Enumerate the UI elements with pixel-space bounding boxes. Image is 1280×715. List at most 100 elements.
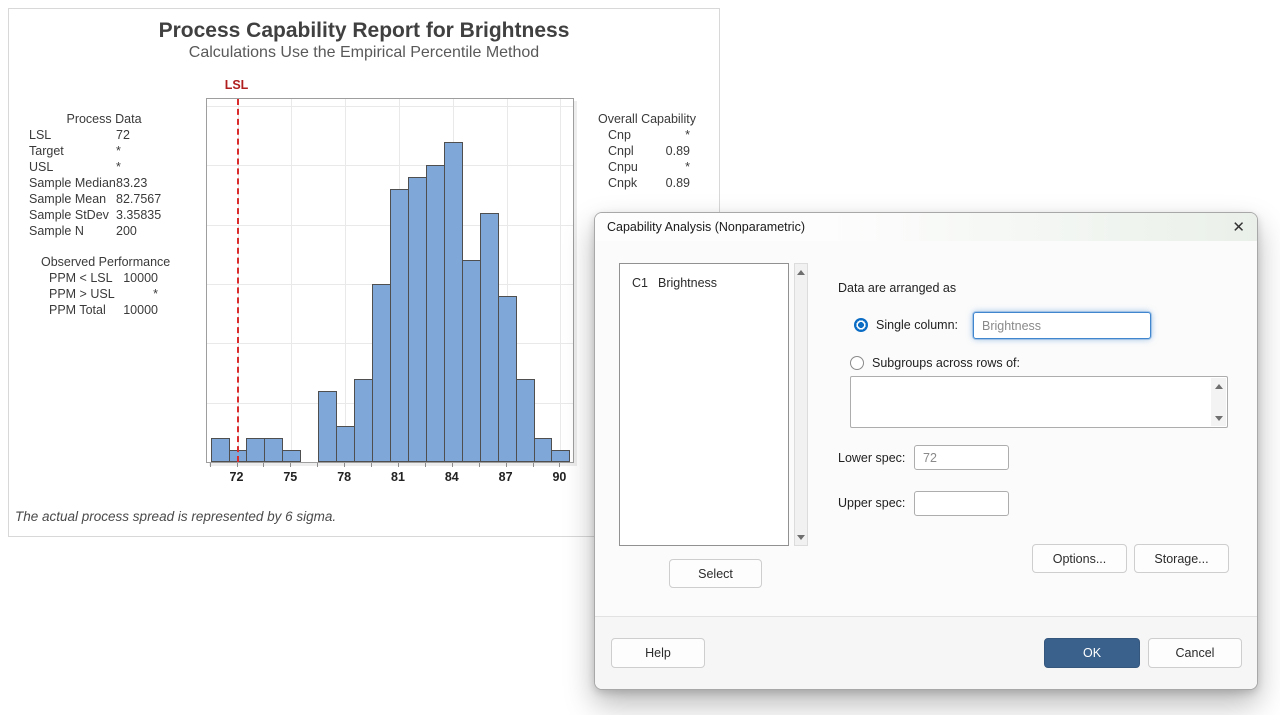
axis-tick [452,463,453,467]
stat-value: * [116,159,121,175]
subgroups-input-box[interactable] [850,376,1228,428]
subgroups-radio-label: Subgroups across rows of: [872,356,1020,370]
histogram-bar [498,296,517,462]
histogram-bar [534,438,553,462]
stat-value: * [685,127,690,143]
stat-row: PPM > USL* [41,286,168,302]
radio-unselected-icon[interactable] [850,356,864,370]
stat-label: Cnp [608,127,631,143]
stat-label: PPM > USL [49,286,115,302]
radio-selected-icon[interactable] [854,318,868,332]
stat-row: PPM Total 10000 [41,302,168,318]
axis-tick [506,463,507,467]
stat-label: USL [29,159,116,175]
stat-row: Cnpl0.89 [598,143,690,159]
y-gridline [207,106,573,107]
stat-row: Cnp * [598,127,690,143]
lsl-label: LSL [225,78,249,92]
stat-label: Sample StDev [29,207,116,223]
select-button[interactable]: Select [669,559,762,588]
stat-row: Sample N200 [29,223,179,239]
x-gridline [560,99,561,462]
x-tick-label: 81 [391,470,405,484]
ok-button[interactable]: OK [1044,638,1140,668]
upper-spec-input[interactable] [914,491,1009,516]
scroll-up-icon[interactable] [795,265,807,279]
stat-label: Sample N [29,223,116,239]
column-id: C1 [632,276,658,290]
histogram-bar [444,142,463,462]
x-tick-label: 87 [499,470,513,484]
subgroups-scrollbar[interactable] [1211,378,1226,426]
overall-capability-heading: Overall Capability [598,111,690,127]
axis-tick [425,463,426,467]
axis-tick [263,463,264,467]
stat-row: USL* [29,159,179,175]
stat-value: 0.89 [666,143,690,159]
histogram-bar [282,450,301,462]
data-arranged-label: Data are arranged as [838,281,956,295]
histogram-bar [354,379,373,462]
report-subtitle: Calculations Use the Empirical Percentil… [9,44,719,62]
list-item-brightness[interactable]: C1 Brightness [620,264,788,290]
histogram-bar [318,391,337,462]
x-tick-label: 90 [552,470,566,484]
stat-value: * [116,143,121,159]
single-column-radio-label: Single column: [876,318,958,332]
stat-label: Cnpu [608,159,638,175]
single-column-input[interactable] [973,312,1151,339]
column-name: Brightness [658,276,717,290]
column-listbox[interactable]: C1 Brightness [619,263,789,546]
stat-label: Sample Mean [29,191,116,207]
subgroups-radio-row[interactable]: Subgroups across rows of: [850,354,1020,372]
stat-row: Sample StDev3.35835 [29,207,179,223]
stat-row: PPM < LSL10000 [41,270,168,286]
scroll-up-icon[interactable] [1211,379,1226,393]
stat-label: LSL [29,127,116,143]
histogram-bar [408,177,427,462]
scroll-down-icon[interactable] [1211,411,1226,425]
axis-tick [290,463,291,467]
single-column-radio-row[interactable]: Single column: [854,316,958,334]
x-tick-label: 78 [337,470,351,484]
upper-spec-label: Upper spec: [838,496,905,510]
process-data-heading: Process Data [29,111,179,127]
stat-label: PPM < LSL [49,270,113,286]
options-button[interactable]: Options... [1032,544,1127,573]
axis-tick [344,463,345,467]
axis-tick [559,463,560,467]
storage-button[interactable]: Storage... [1134,544,1229,573]
stat-value: 72 [116,127,130,143]
stat-row: LSL72 [29,127,179,143]
report-footnote: The actual process spread is represented… [15,509,336,524]
stat-value: 0.89 [666,175,690,191]
stat-label: PPM Total [49,302,106,318]
observed-performance-panel: Observed Performance PPM < LSL10000PPM >… [41,254,168,318]
lower-spec-label: Lower spec: [838,451,905,465]
stat-value: 10000 [123,302,158,318]
axis-tick [317,463,318,467]
histogram-bar [426,165,445,462]
close-icon[interactable]: ✕ [1232,220,1245,235]
histogram-bar [390,189,409,462]
y-gridline [207,165,573,166]
process-data-panel: Process Data LSL72Target*USL*Sample Medi… [29,111,179,239]
desktop: { "report": { "title": "Process Capabili… [0,0,1280,715]
stat-row: Sample Median83.23 [29,175,179,191]
scroll-down-icon[interactable] [795,530,807,544]
lower-spec-input[interactable] [914,445,1009,470]
histogram-chart: LSL72757881848790 [206,73,574,498]
dialog-titlebar[interactable]: Capability Analysis (Nonparametric) ✕ [595,213,1257,241]
help-button[interactable]: Help [611,638,705,668]
histogram-bar [516,379,535,462]
stat-row: Sample Mean82.7567 [29,191,179,207]
listbox-scrollbar[interactable] [794,263,808,546]
stat-label: Sample Median [29,175,116,191]
histogram-bar [551,450,570,462]
report-title: Process Capability Report for Brightness [9,19,719,43]
dialog-footer: Help OK Cancel [595,616,1257,689]
cancel-button[interactable]: Cancel [1148,638,1242,668]
stat-value: 200 [116,223,137,239]
stat-value: 3.35835 [116,207,161,223]
histogram-bar [246,438,265,462]
